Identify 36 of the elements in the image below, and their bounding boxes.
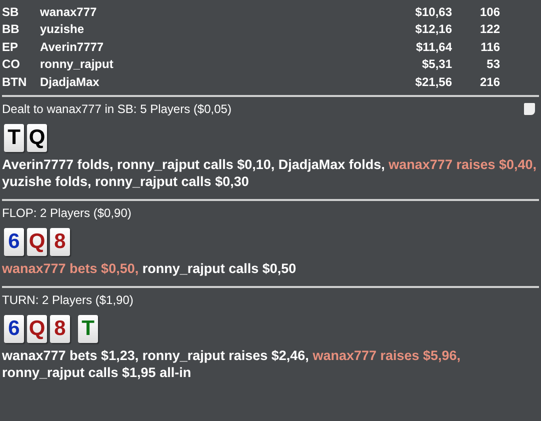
- big-blinds: 122: [478, 22, 500, 36]
- player-name: ronny_rajput: [40, 57, 114, 72]
- street-header: FLOP: 2 Players ($0,90): [2, 206, 132, 220]
- stack-amount: $11,64: [414, 40, 452, 54]
- big-blinds: 216: [478, 74, 500, 89]
- playing-card: 6: [4, 228, 24, 256]
- playing-card: 8: [50, 314, 70, 342]
- player-name: Averin7777: [40, 40, 105, 54]
- action-log: Averin7777 folds, ronny_rajput calls $0,10, DjadjaMax folds, wanax777 raises $0,40, yuzishe folds, ronny_rajput calls $0,30: [2, 156, 538, 190]
- position-label: SB: [2, 4, 20, 19]
- playing-card: T: [78, 314, 98, 342]
- player-name: wanax777: [40, 4, 98, 19]
- stack-amount: $21,56: [414, 74, 452, 89]
- position-label: CO: [2, 57, 21, 72]
- stack-amount: $12,16: [414, 22, 452, 36]
- action-log: wanax777 bets $0,50, ronny_rajput calls $0,50: [2, 260, 298, 276]
- playing-card: Q: [27, 124, 47, 152]
- playing-card: 8: [50, 228, 70, 256]
- playing-card: Q: [27, 314, 47, 342]
- position-label: EP: [2, 40, 20, 54]
- street-header: TURN: 2 Players ($1,90): [2, 292, 134, 306]
- stack-amount: $5,31: [420, 57, 452, 72]
- action-log: wanax777 bets $1,23, ronny_rajput raises $2,46, wanax777 raises $5,96, ronny_rajput calls $1,95 all-in: [2, 346, 462, 380]
- position-label: BTN: [2, 74, 28, 89]
- note-icon[interactable]: [524, 102, 535, 114]
- big-blinds: 116: [480, 40, 500, 54]
- street-header: Dealt to wanax777 in SB: 5 Players ($0,05): [2, 102, 232, 116]
- playing-card: 6: [4, 314, 24, 342]
- playing-card: T: [4, 124, 24, 152]
- player-name: yuzishe: [40, 22, 86, 36]
- playing-card: Q: [27, 228, 47, 256]
- position-label: BB: [2, 22, 20, 36]
- big-blinds: 106: [478, 4, 500, 19]
- big-blinds: 53: [486, 57, 500, 72]
- player-name: DjadjaMax: [40, 74, 100, 89]
- stack-amount: $10,63: [414, 4, 452, 19]
